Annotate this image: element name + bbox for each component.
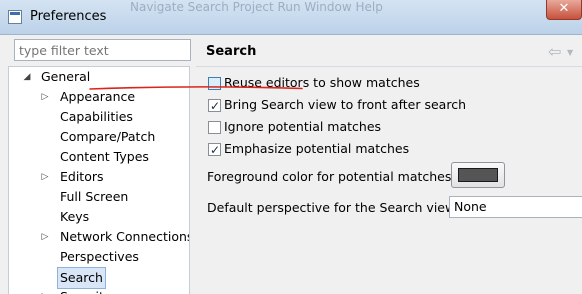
chevron-down-icon[interactable]: ▼ [567, 48, 573, 57]
window-icon [8, 10, 22, 24]
tree-item-general[interactable]: ◢ General [9, 67, 189, 87]
tree-item-keys[interactable]: Keys [9, 207, 189, 227]
foreground-color-label: Foreground color for potential matches: [207, 169, 456, 184]
tree-item-label: Search [57, 267, 106, 289]
ignore-matches-checkbox[interactable] [208, 121, 221, 134]
preference-tree: ◢ General ▷ Appearance Capabilities Compare/P… [8, 66, 190, 294]
page-title: Search [206, 44, 257, 59]
expand-icon[interactable]: ▷ [40, 227, 50, 247]
tree-item-capabilities[interactable]: Capabilities [9, 107, 189, 127]
close-button[interactable]: ✕ [546, 0, 582, 20]
bring-to-front-label: Bring Search view to front after search [224, 97, 466, 112]
ignore-matches-label: Ignore potential matches [224, 119, 382, 134]
tree-item-label: Security [60, 287, 111, 294]
tree-item-network-connections[interactable]: ▷ Network Connections [9, 227, 190, 247]
color-swatch [458, 168, 498, 182]
right-panel: Search ⇦ ▼ Reuse editors to show matches… [196, 36, 582, 294]
tree-item-label: General [41, 69, 91, 84]
emphasize-matches-label: Emphasize potential matches [224, 141, 410, 156]
red-underline-annotation [89, 86, 303, 90]
tree-item-perspectives[interactable]: Perspectives [9, 247, 189, 267]
tree-item-label: Network Connections [60, 229, 190, 244]
perspective-select[interactable]: None [449, 196, 582, 218]
tree-item-label: Full Screen [60, 189, 129, 204]
tree-item-label: Keys [60, 209, 90, 224]
tree-item-security[interactable]: ▷ Security [9, 287, 189, 294]
preferences-dialog: Navigate Search Project Run Window Help … [0, 0, 582, 294]
emphasize-matches-checkbox[interactable] [208, 141, 221, 159]
window-title: Preferences [30, 9, 107, 24]
perspective-label: Default perspective for the Search view: [207, 200, 459, 215]
tree-item-label: Compare/Patch [60, 129, 156, 144]
back-arrow-icon[interactable]: ⇦ [548, 42, 561, 61]
bring-to-front-checkbox[interactable] [208, 97, 221, 115]
tree-item-full-screen[interactable]: Full Screen [9, 187, 189, 207]
tree-item-label: Editors [60, 169, 104, 184]
tree-item-editors[interactable]: ▷ Editors [9, 167, 189, 187]
tree-item-label: Content Types [60, 149, 149, 164]
expand-icon[interactable]: ▷ [40, 167, 50, 187]
header-divider [196, 66, 582, 67]
tree-item-content-types[interactable]: Content Types [9, 147, 189, 167]
tree-item-search[interactable]: Search [9, 267, 189, 289]
tree-item-compare-patch[interactable]: Compare/Patch [9, 127, 189, 147]
title-bar: Navigate Search Project Run Window Help … [0, 0, 582, 35]
tree-item-label: Perspectives [60, 249, 139, 264]
expand-icon[interactable]: ▷ [40, 287, 50, 294]
background-menu-text: Navigate Search Project Run Window Help [130, 0, 383, 14]
left-panel: ◢General▷AppearanceCapabilitiesCompare/P… [8, 36, 191, 294]
filter-input[interactable] [14, 39, 191, 61]
collapse-icon[interactable]: ◢ [22, 67, 32, 87]
tree-item-label: Capabilities [60, 109, 133, 124]
expand-icon[interactable]: ▷ [40, 87, 50, 107]
foreground-color-button[interactable] [451, 162, 505, 188]
